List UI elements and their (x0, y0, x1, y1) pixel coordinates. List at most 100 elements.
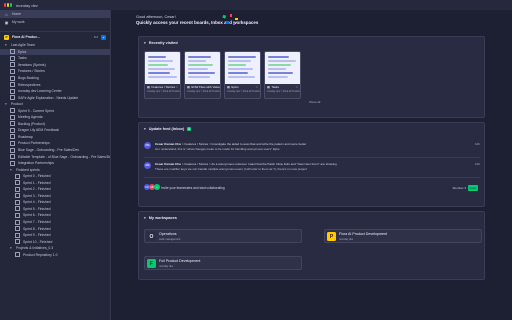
board-icon (10, 108, 15, 114)
board-icon (15, 193, 20, 199)
sidebar-item-label: Product (11, 102, 23, 107)
sidebar-item-label: Sprint 3 - Finished (23, 193, 51, 198)
thumbnail-bar (188, 56, 211, 58)
nav-my-work[interactable]: ▣ My work (0, 18, 110, 26)
sidebar-item-label: Retrospectives (18, 82, 41, 87)
update-author[interactable]: Cesar Osman Chu (155, 142, 181, 146)
board-icon (10, 95, 15, 101)
workspace-card[interactable]: O Operations work management (144, 229, 302, 243)
recent-board-card[interactable]: ▦ Tasks ☆ monday dev > Flora AI Product.… (264, 51, 301, 99)
invite-row: CO AB + Invite your teammates and start … (144, 182, 480, 196)
update-author[interactable]: Cesar Osman Chu (155, 162, 181, 166)
workspace-icon: P (327, 232, 336, 241)
home-icon: ⌂ (5, 11, 8, 17)
sidebar-item-label: Sprint 7 - Finished (23, 220, 51, 225)
my-workspaces-header[interactable]: ▾ My workspaces (144, 216, 177, 220)
workspace-badge: P (4, 34, 9, 40)
board-icon (10, 147, 15, 153)
workspace-selector[interactable]: P Flora AI Produc... ••• + (0, 31, 110, 42)
thumbnail-bar (188, 76, 210, 78)
sidebar-item-label: Sprint 6 - Finished (23, 213, 51, 218)
sidebar-item-label: Sprint 5 - Finished (23, 206, 51, 211)
chevron-down-icon: ▾ (10, 167, 12, 172)
workspace-card[interactable]: P Flora AI Product Development monday de… (324, 229, 482, 243)
more-options-icon[interactable]: ••• (94, 35, 98, 39)
workspace-name: Flora AI Produc... (12, 35, 40, 39)
update-context[interactable]: > Features / Stories > As a anonymous cu… (182, 162, 337, 166)
sidebar-item-label: Sprint 10 - Finished (23, 239, 53, 244)
sidebar-item-label: Iterations (Sprints) (18, 62, 46, 67)
update-text: These are modifier keys we can handle mu… (155, 167, 307, 171)
recently-visited-header[interactable]: ▾ Recently visited (144, 41, 178, 45)
update-item[interactable]: CO Cesar Osman Chu > Features / Stories … (144, 160, 480, 178)
sidebar-item-label: Editable Template - of Blue Sage - Onboa… (18, 154, 110, 159)
star-icon[interactable]: ☆ (295, 85, 298, 89)
sidebar-item-label: Features / Stories (18, 69, 45, 74)
role-dropdown[interactable]: Member ▾ (453, 186, 466, 190)
sidebar-item-label: Sprint 8 - Finished (23, 226, 51, 231)
sidebar-item-label: Meeting Agenda (18, 115, 43, 120)
add-member-icon[interactable]: + (154, 184, 160, 190)
thumbnail-bar (268, 64, 291, 66)
workspace-icon: O (147, 232, 156, 241)
star-icon[interactable]: ☆ (255, 85, 258, 89)
sidebar-item-label: Sprint 1 - Finished (23, 180, 51, 185)
workspace-name: Full Product Development (159, 259, 201, 263)
sidebar-item-label: Sprint 2 - Finished (23, 187, 51, 192)
board-icon (15, 186, 20, 192)
board-icon (15, 206, 20, 212)
confetti-illustration (222, 14, 238, 25)
update-context[interactable]: > Features / Stories > Investigate the a… (182, 142, 306, 146)
nav-home-label: Home (12, 12, 22, 16)
invite-prompt: Invite your teammates and start collabor… (161, 186, 225, 190)
board-icon (15, 199, 20, 205)
update-feed-section: ▾ Update feed (Inbox) 2 CO Cesar Osman C… (138, 122, 485, 207)
monday-logo-icon (4, 3, 12, 7)
workspace-card[interactable]: F Full Product Development monday dev (144, 256, 302, 270)
my-workspaces-section: ▾ My workspaces O Operations work manage… (138, 211, 485, 280)
thumbnail-bar (188, 68, 208, 70)
board-thumbnail (225, 52, 260, 84)
update-feed-header[interactable]: ▾ Update feed (Inbox) 2 (144, 127, 191, 131)
board-icon (15, 180, 20, 186)
thumbnail-bar (228, 68, 253, 70)
recent-board-card[interactable]: ▦ ENW Files with Value... ☆ monday dev >… (184, 51, 221, 99)
chevron-down-icon: ▾ (10, 246, 12, 251)
thumbnail-bar (228, 72, 248, 74)
invite-button[interactable]: Invite (468, 184, 478, 191)
workspace-product: monday dev (339, 237, 354, 241)
show-all-link[interactable]: Show all (309, 100, 320, 104)
sidebar-item-label: Sprint 9 - Finished (23, 233, 51, 238)
thumbnail-bar (148, 60, 173, 62)
sidebar-item-label: Sprint 9 - Current Sprint (18, 108, 54, 113)
star-icon[interactable]: ☆ (175, 85, 178, 89)
sidebar-item-label: Finished sprints (16, 167, 40, 172)
sidebar-item-label: Sprint 0 - Finished (23, 174, 51, 179)
nav-home[interactable]: ⌂ Home (0, 10, 110, 18)
chevron-down-icon: ▾ (5, 102, 7, 107)
update-item[interactable]: CO Cesar Osman Chu > Features / Stories … (144, 140, 480, 158)
thumbnail-bar (228, 56, 256, 58)
recent-board-card[interactable]: ▦ Features / Stories ☆ monday dev > Flor… (144, 51, 181, 99)
sidebar-item-label: Product Partnerships (18, 141, 50, 146)
board-name: Epics (231, 85, 239, 89)
board-icon (10, 160, 15, 166)
recent-board-card[interactable]: ▦ Epics ☆ monday dev > Flora AI Product.… (224, 51, 261, 99)
sidebar-item-label: Product Repository 1.0 (23, 252, 58, 257)
sidebar-board-item[interactable]: Product Repository 1.0 (0, 252, 110, 259)
recently-visited-title: Recently visited (148, 41, 178, 45)
sidebar-item-label: Backlog (Product) (18, 121, 45, 126)
board-name: ENW Files with Value... (191, 85, 220, 89)
board-thumbnail (185, 52, 220, 84)
board-icon (10, 75, 15, 81)
board-name: Tasks (271, 85, 280, 89)
update-time: 10h (474, 162, 480, 166)
add-item-button[interactable]: + (101, 34, 106, 40)
my-workspaces-title: My workspaces (148, 216, 177, 220)
thumbnail-bar (268, 56, 289, 58)
sidebar-item-label: Dragon Lily AEM Feedback (18, 128, 60, 133)
chevron-down-icon: ▾ (144, 216, 146, 220)
thumbnail-bar (268, 60, 296, 62)
workspace-name: Operations (159, 232, 177, 236)
sidebar-item-label: Tasks (18, 56, 27, 61)
